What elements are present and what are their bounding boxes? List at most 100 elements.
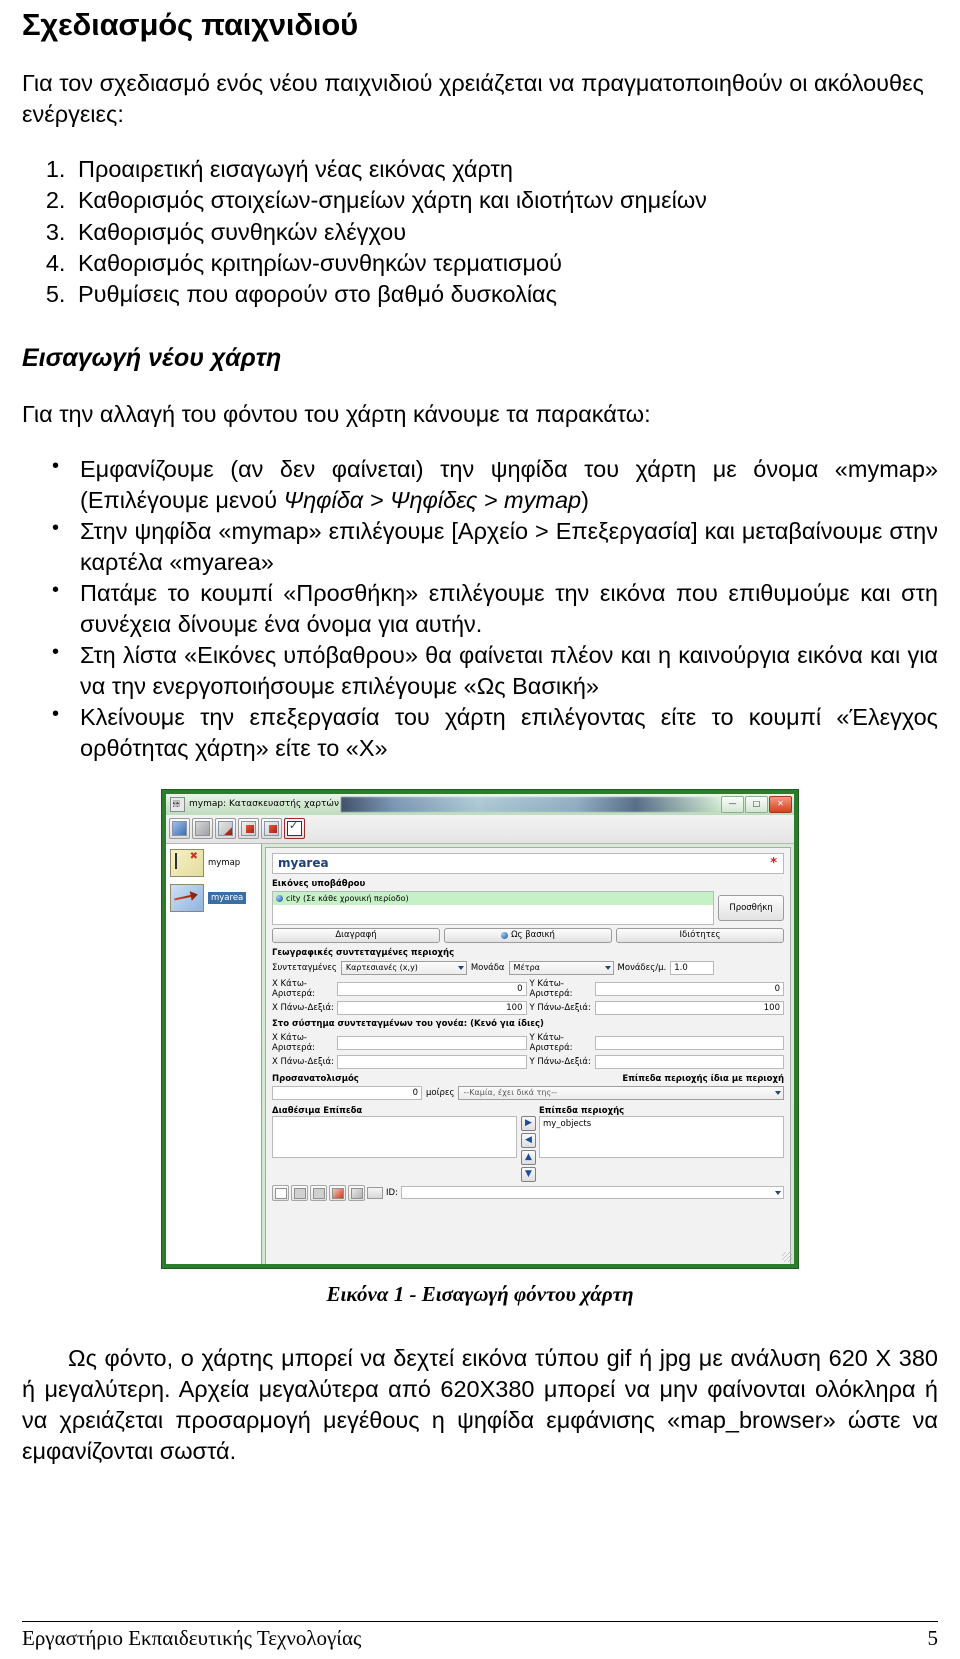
add-image-button[interactable]: Προσθήκη xyxy=(718,894,784,921)
bullet-text-italic: Ψηφίδα > Ψηφίδες > mymap xyxy=(283,486,582,513)
coordinate-system-select[interactable]: Καρτεσιανές (x,y) xyxy=(340,960,467,975)
toolbar-pin-button[interactable] xyxy=(215,818,236,840)
toolbar-screen-button[interactable] xyxy=(192,818,213,840)
chevron-down-icon xyxy=(604,965,611,970)
image-actions-row: Διαγραφή Ως βασική Ιδιότητες xyxy=(272,927,784,943)
minimize-icon: — xyxy=(728,799,737,809)
background-images-row: city (Σε κάθε χρονική περίοδο) Προσθήκη xyxy=(272,890,784,925)
toolbar-add-layer-button[interactable] xyxy=(238,818,259,840)
parent-x-top-right-input[interactable] xyxy=(337,1054,527,1069)
edit-layer-button[interactable] xyxy=(348,1184,365,1201)
background-images-list[interactable]: city (Σε κάθε χρονική περίοδο) xyxy=(272,890,714,925)
same-layers-select[interactable]: --Καμία, έχει δικά της-- xyxy=(458,1085,784,1100)
delete-image-button[interactable]: Διαγραφή xyxy=(272,927,440,943)
window-controls: — □ ✕ xyxy=(721,795,792,813)
parent-y-bottom-left-input[interactable] xyxy=(594,1035,784,1050)
minimize-button[interactable]: — xyxy=(721,795,744,813)
unit-value: Μέτρα xyxy=(513,963,540,973)
paste-layer-button[interactable] xyxy=(310,1184,327,1201)
new-file-icon xyxy=(275,1187,287,1199)
toolbar-validate-button[interactable] xyxy=(284,818,305,840)
coords-label: Συντεταγμένες xyxy=(272,962,337,973)
bullet-list: Εμφανίζουμε (αν δεν φαίνεται) την ψηφίδα… xyxy=(22,453,938,763)
move-up-icon[interactable]: ▲ xyxy=(521,1149,536,1165)
step-item: Καθορισμός στοιχείων-σημείων χάρτη και ι… xyxy=(72,185,938,216)
paste-icon xyxy=(313,1187,325,1199)
resize-grip[interactable] xyxy=(782,1251,792,1262)
y-top-right-input[interactable]: 100 xyxy=(594,1000,784,1015)
close-button[interactable]: ✕ xyxy=(769,795,792,813)
y-bottom-left-label: Υ Κάτω-Αριστερά: xyxy=(529,978,573,999)
parent-x-bottom-left-input[interactable] xyxy=(337,1035,527,1050)
chevron-down-icon xyxy=(457,965,464,970)
section-title: Εισαγωγή νέου χάρτη xyxy=(22,344,282,373)
footer-page-number: 5 xyxy=(927,1626,939,1650)
move-right-icon[interactable]: ▶ xyxy=(521,1115,536,1131)
x-top-right-input[interactable]: 100 xyxy=(337,1000,527,1015)
set-basic-button[interactable]: Ως βασική xyxy=(444,927,612,943)
available-layers-list[interactable] xyxy=(272,1115,517,1158)
geo-coordinates-label: Γεωγραφικές συντεταγμένες περιοχής xyxy=(272,947,455,958)
document-page: Σχεδιασμός παιχνιδιού Για τον σχεδιασμό … xyxy=(0,7,960,1659)
parent-top-right-row: Χ Πάνω-Δεξιά: Υ Πάνω-Δεξιά: xyxy=(272,1054,784,1069)
bullet-item: Πατάμε το κουμπί «Προσθήκη» επιλέγουμε τ… xyxy=(52,577,938,639)
x-top-right-label: Χ Πάνω-Δεξιά: xyxy=(272,1002,334,1013)
copy-layer-button[interactable] xyxy=(291,1184,308,1201)
units-per-meter-label: Μονάδες/μ. xyxy=(617,962,667,973)
area-thumbnail-icon xyxy=(170,883,204,912)
map-thumbnail-icon xyxy=(170,848,204,877)
tile-tree-pane: mymap myarea xyxy=(166,843,262,1264)
close-icon: ✕ xyxy=(777,799,784,809)
new-layer-button[interactable] xyxy=(272,1184,289,1201)
move-down-icon[interactable]: ▼ xyxy=(521,1166,536,1182)
bullet-item: Κλείνουμε την επεξεργασία του χάρτη επιλ… xyxy=(52,701,938,763)
step-item: Προαιρετική εισαγωγή νέας εικόνας χάρτη xyxy=(72,154,938,185)
delete-layer-button[interactable] xyxy=(329,1184,346,1201)
tree-item-mymap[interactable]: mymap xyxy=(170,848,257,877)
toolbar-new-map-button[interactable] xyxy=(169,818,190,840)
edit-icon xyxy=(351,1187,363,1199)
basic-image-icon xyxy=(501,931,509,939)
bullet-text-tail: ) xyxy=(581,486,589,513)
area-layers-list[interactable]: my_objects xyxy=(539,1115,784,1158)
page-title: Σχεδιασμός παιχνιδιού xyxy=(22,7,358,42)
footer-organization: Εργαστήριο Εκπαιδευτικής Τεχνολογίας xyxy=(22,1626,362,1650)
window-body: mymap myarea myarea * Εικόνες υποβάθρου xyxy=(166,843,794,1264)
y-top-right-label: Υ Πάνω-Δεξιά: xyxy=(529,1002,591,1013)
add-layer-icon xyxy=(241,821,256,837)
toolbar-remove-layer-button[interactable] xyxy=(261,818,282,840)
bullet-item: Στη λίστα «Εικόνες υπόβαθρου» θα φαίνετα… xyxy=(52,639,938,701)
y-bottom-left-input[interactable]: 0 xyxy=(594,981,784,996)
bullet-item: Στην ψηφίδα «mymap» επιλέγουμε [Αρχείο >… xyxy=(52,515,938,577)
set-basic-label: Ως βασική xyxy=(511,930,555,941)
app-toolbar xyxy=(166,814,794,844)
maximize-button[interactable]: □ xyxy=(745,795,768,813)
chevron-down-icon xyxy=(775,1190,781,1195)
units-per-meter-input[interactable]: 1.0 xyxy=(670,960,715,975)
parent-x-bottom-left-label: Χ Κάτω-Αριστερά: xyxy=(272,1032,316,1053)
background-images-label: Εικόνες υποβάθρου xyxy=(272,878,366,889)
available-layers-label: Διαθέσιμα Επίπεδα xyxy=(272,1105,363,1116)
layers-header-row: Διαθέσιμα Επίπεδα Επίπεδα περιοχής xyxy=(272,1106,784,1116)
list-item[interactable]: my_objects xyxy=(543,1119,780,1129)
area-name-input[interactable]: myarea * xyxy=(272,852,784,874)
tree-item-myarea[interactable]: myarea xyxy=(170,883,257,912)
move-left-icon[interactable]: ◀ xyxy=(521,1132,536,1148)
orientation-header-row: Προσανατολισμός Επίπεδα περιοχής ίδια με… xyxy=(272,1074,784,1084)
closing-paragraph: Ως φόντο, ο χάρτης μπορεί να δεχτεί εικό… xyxy=(22,1344,938,1465)
coordinate-system-row: Συντεταγμένες Καρτεσιανές (x,y) Μονάδα Μ… xyxy=(272,960,784,975)
image-properties-button[interactable]: Ιδιότητες xyxy=(616,927,784,943)
x-bottom-left-label: Χ Κάτω-Αριστερά: xyxy=(272,978,316,999)
coordinate-system-value: Καρτεσιανές (x,y) xyxy=(345,963,418,973)
same-layers-value: --Καμία, έχει δικά της-- xyxy=(463,1088,557,1098)
unit-select[interactable]: Μέτρα xyxy=(508,960,614,975)
parent-y-top-right-input[interactable] xyxy=(594,1054,784,1069)
tree-item-label: myarea xyxy=(208,891,247,904)
x-bottom-left-input[interactable]: 0 xyxy=(337,981,527,996)
list-item[interactable]: city (Σε κάθε χρονική περίοδο) xyxy=(273,891,713,905)
orientation-input[interactable]: 0 xyxy=(272,1085,422,1100)
checkbox-icon xyxy=(287,819,302,837)
step-item: Ρυθμίσεις που αφορούν στο βαθμό δυσκολία… xyxy=(72,279,938,310)
same-layers-label: Επίπεδα περιοχής ίδια με περιοχή xyxy=(622,1073,784,1084)
id-input[interactable] xyxy=(400,1186,784,1200)
